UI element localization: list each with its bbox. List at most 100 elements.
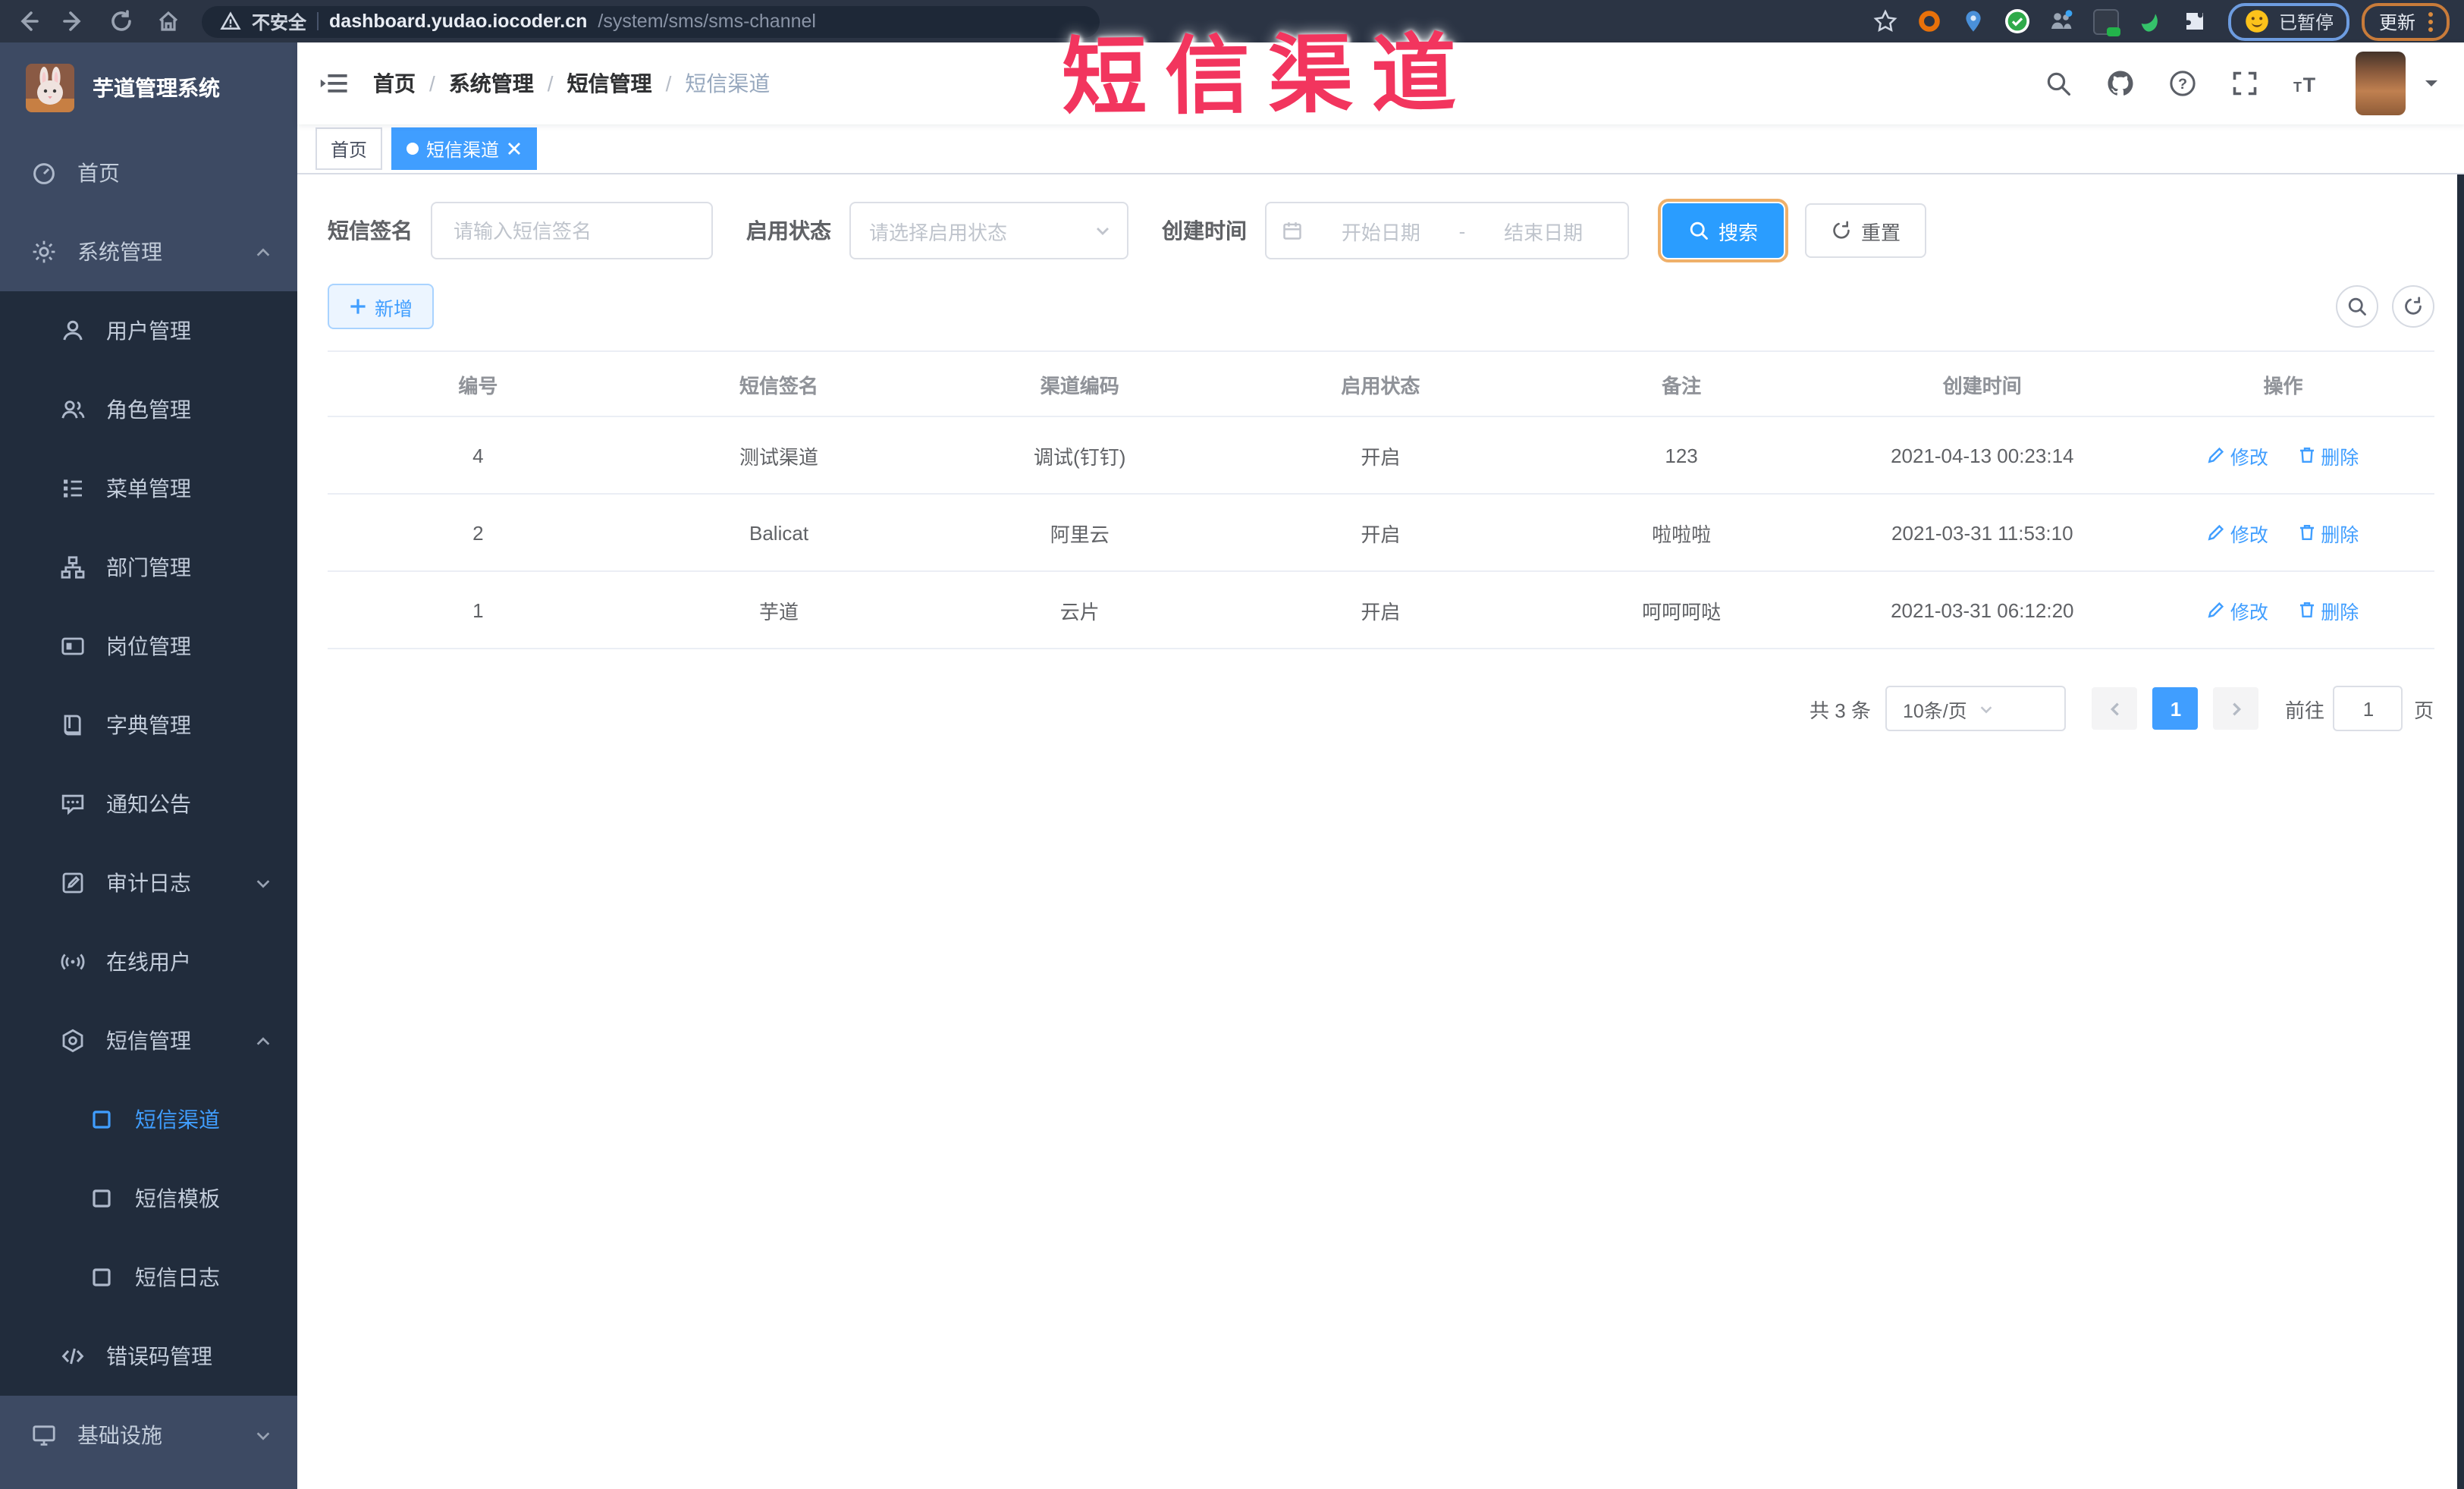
page-number-current[interactable]: 1	[2152, 687, 2199, 730]
emoji-face-icon	[2246, 9, 2270, 33]
breadcrumb-item-system[interactable]: 系统管理	[449, 68, 534, 99]
dictionary-icon	[61, 713, 85, 737]
delete-label: 删除	[2321, 524, 2359, 545]
cell-actions: 修改 删除	[2133, 494, 2434, 572]
date-range-picker[interactable]: 开始日期 - 结束日期	[1265, 202, 1629, 259]
extension-check-icon[interactable]	[2005, 9, 2030, 33]
next-page-button[interactable]	[2213, 687, 2259, 730]
sidebar-item-sms-template[interactable]: 短信模板	[0, 1159, 297, 1238]
url-host: dashboard.yudao.iocoder.cn	[329, 11, 588, 32]
edit-link[interactable]: 修改	[2208, 595, 2268, 624]
cell-id: 4	[328, 416, 629, 495]
browser-update-button[interactable]: 更新	[2362, 2, 2449, 40]
table-row: 2 Balicat 阿里云 开启 啦啦啦 2021-03-31 11:53:10…	[328, 494, 2434, 572]
security-label: 不安全	[252, 11, 307, 33]
plus-icon	[349, 297, 367, 316]
toggle-search-button[interactable]	[2335, 285, 2378, 328]
sidebar-item-infra[interactable]: 基础设施	[0, 1396, 297, 1475]
sidebar-item-label: 系统管理	[77, 240, 162, 264]
signature-label: 短信签名	[328, 218, 413, 243]
cell-remark: 呵呵呵哒	[1530, 571, 1832, 649]
github-icon[interactable]	[2106, 70, 2133, 97]
delete-link[interactable]: 删除	[2298, 595, 2359, 624]
sidebar-item-online-users[interactable]: 在线用户	[0, 922, 297, 1001]
sidebar-item-label: 短信模板	[135, 1186, 220, 1211]
kebab-menu-icon[interactable]	[2428, 11, 2432, 31]
table-row: 1 芋道 云片 开启 呵呵呵哒 2021-03-31 06:12:20 修改 删…	[328, 571, 2434, 649]
extension-people-icon[interactable]	[2050, 9, 2074, 33]
extension-green-icon[interactable]	[2139, 9, 2164, 33]
avatar[interactable]	[2355, 52, 2405, 115]
sidebar-item-posts[interactable]: 岗位管理	[0, 607, 297, 686]
sidebar-item-menus[interactable]: 菜单管理	[0, 449, 297, 528]
bookmark-star-icon[interactable]	[1874, 9, 1898, 33]
main-panel: 首页 / 系统管理 / 短信管理 / 短信渠道 ? T T 首页 短信渠道 短信…	[297, 42, 2464, 1489]
page-content: 短信签名 启用状态 请选择启用状态 创建时间 开始日期	[297, 174, 2464, 731]
sidebar-item-depts[interactable]: 部门管理	[0, 528, 297, 607]
reload-icon[interactable]	[109, 9, 133, 33]
dashboard-icon	[32, 161, 56, 185]
sidebar-item-notice[interactable]: 通知公告	[0, 765, 297, 843]
sidebar-item-audit-log[interactable]: 审计日志	[0, 843, 297, 922]
delete-link[interactable]: 删除	[2298, 441, 2359, 470]
search-button[interactable]: 搜索	[1657, 199, 1789, 262]
sidebar-item-roles[interactable]: 角色管理	[0, 370, 297, 449]
add-button[interactable]: 新增	[328, 284, 435, 329]
extensions-puzzle-icon[interactable]	[2183, 9, 2208, 33]
sidebar-item-users[interactable]: 用户管理	[0, 291, 297, 370]
col-actions: 操作	[2133, 351, 2434, 417]
edit-link[interactable]: 修改	[2208, 441, 2268, 470]
sidebar-item-dict[interactable]: 字典管理	[0, 686, 297, 765]
signature-input[interactable]	[450, 218, 693, 243]
sidebar-item-sms[interactable]: 短信管理	[0, 1001, 297, 1080]
font-size-icon[interactable]: TT	[2293, 70, 2320, 97]
breadcrumb-separator: /	[665, 71, 672, 96]
status-select[interactable]: 请选择启用状态	[849, 202, 1128, 259]
app-logo[interactable]: 芋道管理系统	[0, 42, 297, 134]
prev-page-button[interactable]	[2092, 687, 2138, 730]
edit-link[interactable]: 修改	[2208, 518, 2268, 547]
tag-sms-channel[interactable]: 短信渠道	[391, 127, 538, 170]
sidebar-item-sms-channel[interactable]: 短信渠道	[0, 1080, 297, 1159]
extension-orange-ring-icon[interactable]	[1918, 9, 1942, 33]
extension-pin-icon[interactable]	[1962, 9, 1986, 33]
page-scrollbar[interactable]	[2457, 108, 2464, 1489]
caret-down-icon[interactable]	[2422, 74, 2440, 93]
delete-link[interactable]: 删除	[2298, 518, 2359, 547]
close-icon[interactable]	[507, 141, 522, 156]
edit-label: 修改	[2230, 524, 2268, 545]
breadcrumb-item-sms[interactable]: 短信管理	[567, 68, 652, 99]
reset-button[interactable]: 重置	[1805, 203, 1927, 258]
col-created: 创建时间	[1832, 351, 2133, 417]
back-icon[interactable]	[15, 9, 39, 33]
fullscreen-icon[interactable]	[2230, 70, 2258, 97]
search-icon[interactable]	[2044, 70, 2071, 97]
address-bar[interactable]: 不安全 dashboard.yudao.iocoder.cn/system/sm…	[202, 5, 1100, 37]
monitor-icon	[32, 1423, 56, 1447]
sidebar-item-label: 字典管理	[106, 713, 191, 737]
sidebar-item-error-code[interactable]: 错误码管理	[0, 1317, 297, 1396]
sidebar-item-home[interactable]: 首页	[0, 134, 297, 212]
forward-icon[interactable]	[62, 9, 86, 33]
page-size-select[interactable]: 10条/页	[1885, 686, 2067, 731]
sidebar-item-label: 在线用户	[106, 950, 191, 974]
sidebar-item-label: 短信管理	[106, 1029, 191, 1053]
chevron-down-icon	[1094, 221, 1112, 240]
cell-created: 2021-03-31 11:53:10	[1832, 494, 2133, 572]
home-icon[interactable]	[156, 9, 180, 33]
sidebar-item-sms-log[interactable]: 短信日志	[0, 1238, 297, 1317]
breadcrumb-item-home[interactable]: 首页	[373, 68, 416, 99]
tag-home[interactable]: 首页	[315, 127, 383, 170]
active-dot-icon	[406, 143, 419, 155]
svg-text:T: T	[2293, 80, 2301, 95]
sidebar-item-system[interactable]: 系统管理	[0, 212, 297, 291]
edit-label: 修改	[2230, 602, 2268, 623]
extension-dark-icon[interactable]	[2093, 8, 2121, 36]
hamburger-icon[interactable]	[320, 70, 347, 97]
help-icon[interactable]: ?	[2168, 70, 2196, 97]
profile-paused-badge[interactable]: 已暂停	[2228, 2, 2350, 40]
announcement-icon	[61, 792, 85, 816]
refresh-table-button[interactable]	[2391, 285, 2434, 328]
cell-status: 开启	[1230, 416, 1531, 495]
jump-page-input[interactable]	[2333, 686, 2403, 731]
